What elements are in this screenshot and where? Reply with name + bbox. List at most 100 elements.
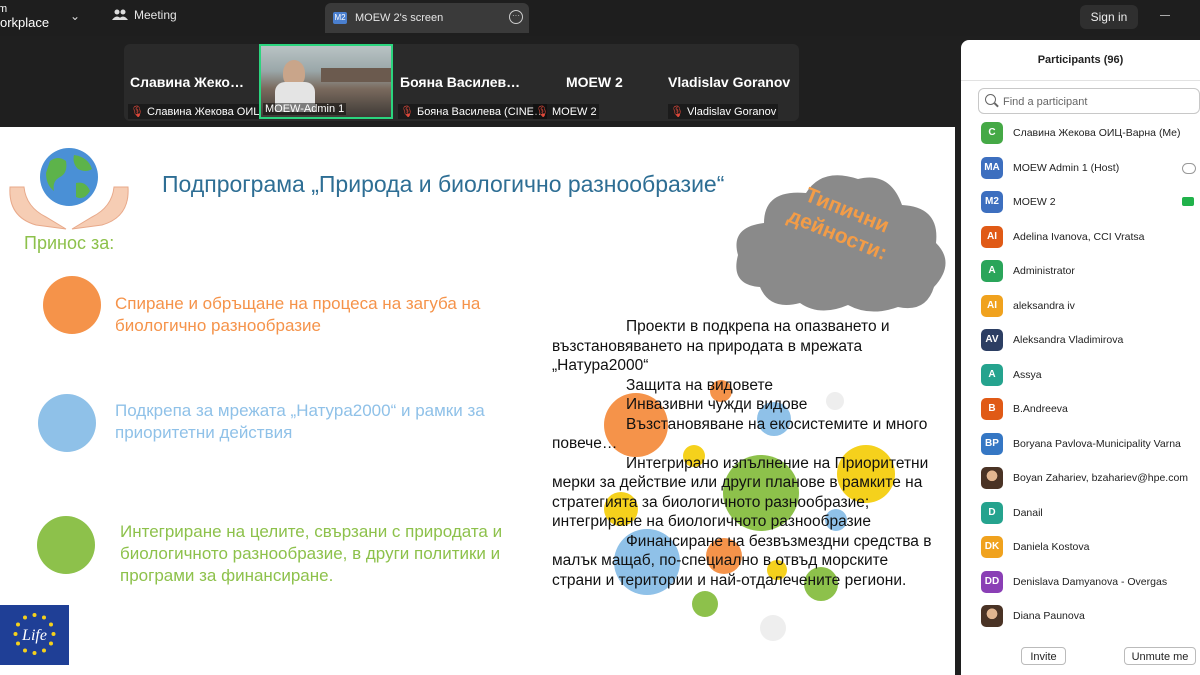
participants-title: Participants (96) [1037,54,1124,66]
participant-row[interactable]: AI Adelina Ivanova, CCI Vratsa [961,220,1200,255]
blue-circle-bullet [38,394,96,452]
participant-row[interactable]: D Danail [961,496,1200,531]
participant-row[interactable]: BP Boryana Pavlova-Municipality Varna [961,427,1200,462]
participant-row[interactable]: Diana Paunova [961,599,1200,634]
contribution-item: Интегриране на целите, свързани с природ… [120,522,503,585]
activity-paragraph: Интегрирано изпълнение на Приоритетни ме… [552,454,929,531]
app-brand: m orkplace [0,2,49,30]
participant-name: Danail [1013,506,1043,519]
life-logo-text: Life [21,627,47,644]
participant-row[interactable]: DK Daniela Kostova [961,530,1200,565]
decor-bubble [760,615,786,641]
avatar: AI [981,225,1003,248]
sign-in-button[interactable]: Sign in [1080,5,1138,29]
tab-meeting[interactable]: Meeting [112,8,177,22]
search-input[interactable] [1001,92,1195,112]
avatar: MA [981,156,1003,179]
muted-mic-icon: 🎙︎ [130,106,144,118]
search-icon [985,94,996,105]
screen-tab-avatar: M2 [333,12,347,24]
brand-line-1: m [0,3,8,15]
participant-row[interactable]: B B.Andreeva [961,392,1200,427]
tile-label: 🎙︎ Бояна Василева (CINE… [398,104,547,119]
divider [961,80,1200,81]
video-strip: Славина Жеко… 🎙︎ Славина Жекова ОИЦ… MOEW… [124,44,799,121]
muted-mic-icon: 🎙︎ [535,106,549,118]
avatar: A [981,260,1003,282]
participant-row[interactable]: AV Aleksandra Vladimirova [961,323,1200,358]
tile-label: MOEW-Admin 1 [263,103,347,115]
participant-name: Assya [1013,368,1042,381]
avatar: DD [981,570,1003,593]
tile-label: 🎙︎ MOEW 2 [533,104,599,119]
muted-mic-icon: 🎙︎ [670,106,684,118]
tab-meeting-label: Meeting [134,8,177,22]
orange-circle-bullet [43,276,101,334]
screen-tab-label: MOEW 2's screen [355,12,444,24]
participant-row[interactable]: A Assya [961,358,1200,393]
people-icon [112,9,128,20]
unmute-button[interactable]: Unmute me [1124,647,1196,665]
video-tile[interactable]: Vladislav Goranov 🎙︎ Vladislav Goranov [664,44,799,121]
tab-shared-screen[interactable]: M2 MOEW 2's screen ··· [325,3,529,33]
chevron-down-icon[interactable]: ⌄ [70,9,80,23]
participant-name: Boryana Pavlova-Municipality Varna [1013,437,1181,450]
minimize-icon[interactable] [1160,15,1170,16]
activity-paragraph: Инвазивни чужди видове [626,396,808,413]
activity-paragraph: Възстановяване на екосистемите и много п… [552,415,928,453]
invite-button[interactable]: Invite [1021,647,1066,665]
participant-row[interactable]: A Administrator [961,254,1200,289]
video-tile[interactable]: Бояна Василев… 🎙︎ Бояна Василева (CINE… [394,44,547,121]
participant-row[interactable]: C Славина Жекова ОИЦ-Варна (Me) [961,116,1200,151]
avatar: BP [981,432,1003,455]
avatar: AV [981,329,1003,351]
brand-line-2: orkplace [0,15,50,30]
shared-slide: Подпрограма „Природа и биологично разноо… [0,127,955,675]
participant-name: Denislava Damyanova - Overgas [1013,575,1168,588]
participant-name: aleksandra iv [1013,299,1075,312]
tile-label: 🎙︎ Vladislav Goranov [668,104,779,119]
video-tile[interactable]: Славина Жеко… 🎙︎ Славина Жекова ОИЦ… [124,44,275,121]
activity-paragraph: Финансиране на безвъзмездни средства в м… [552,532,932,589]
participant-search[interactable] [978,88,1200,114]
participant-row[interactable]: M2 MOEW 2 [961,185,1200,220]
tile-name: Славина Жеко… [130,74,244,90]
participant-row[interactable]: AI aleksandra iv [961,289,1200,324]
tile-name: Vladislav Goranov [668,74,791,90]
activities-text: Проекти в подкрепа на опазването и възст… [552,317,937,590]
participant-name: Aleksandra Vladimirova [1013,334,1124,346]
participant-name: Administrator [1013,265,1075,277]
participant-name: Adelina Ivanova, CCI Vratsa [1013,230,1145,243]
avatar: B [981,398,1003,420]
video-background [321,68,391,82]
tile-label: 🎙︎ Славина Жекова ОИЦ… [128,104,275,119]
title-bar: m orkplace ⌄ Meeting M2 MOEW 2's screen … [0,0,1200,36]
participants-panel: Participants (96) C Славина Жекова ОИЦ-Ва… [961,40,1200,675]
participant-list: C Славина Жекова ОИЦ-Варна (Me) MA MOEW Adm… [961,116,1200,634]
more-options-icon[interactable]: ··· [509,10,523,24]
video-tile[interactable]: MOEW 2 🎙︎ MOEW 2 [529,44,664,121]
activity-paragraph: Защита на видовете [626,376,774,394]
avatar: D [981,501,1003,524]
contribution-item: Спиране и обръщане на процеса на загуба … [115,294,481,335]
avatar: C [981,122,1003,144]
participant-name: MOEW Admin 1 (Host) [1013,161,1120,174]
participant-name: Славина Жекова ОИЦ-Варна (Me) [1013,127,1181,139]
participant-row[interactable]: Boyan Zahariev, bzahariev@hpe.com [961,461,1200,496]
active-speaker-video[interactable]: MOEW-Admin 1 [259,44,393,119]
avatar: DK [981,536,1003,558]
avatar [981,467,1003,489]
contribution-item: Подкрепа за мрежата „Натура2000“ и рамки… [115,401,485,442]
cloud-recording-icon [1182,162,1196,174]
muted-mic-icon: 🎙︎ [400,106,414,118]
activity-paragraph: Проекти в подкрепа на опазването и възст… [552,318,890,374]
eu-life-logo: Life [0,605,69,665]
participant-row[interactable]: DD Denislava Damyanova - Overgas [961,565,1200,600]
globe-hands-icon [9,148,129,230]
screen-share-icon [1182,197,1194,206]
participant-row[interactable]: MA MOEW Admin 1 (Host) [961,151,1200,186]
contribution-label: Принос за: [24,233,115,253]
participant-name: MOEW 2 [1013,196,1056,208]
avatar: A [981,363,1003,386]
participant-name: B.Andreeva [1013,403,1068,415]
